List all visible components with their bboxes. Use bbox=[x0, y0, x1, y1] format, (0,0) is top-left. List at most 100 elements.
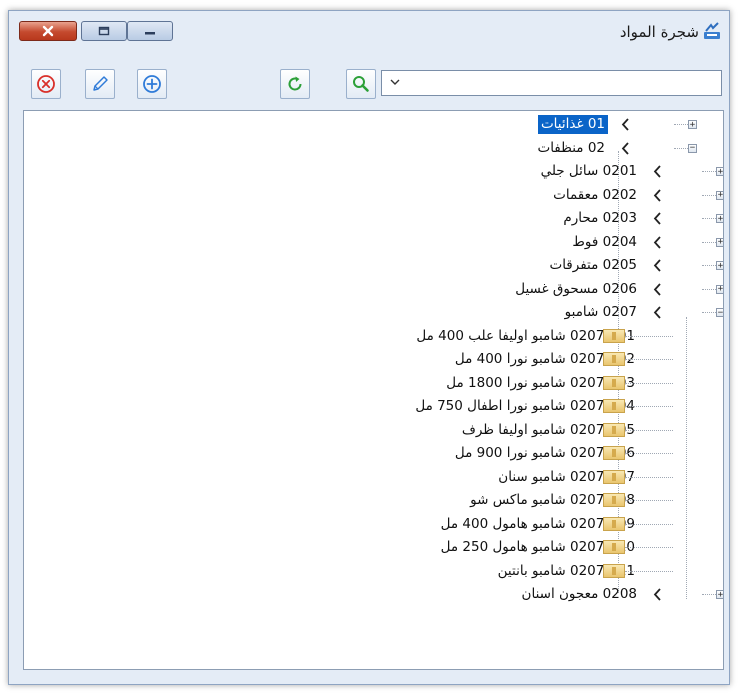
tree-leaf-row[interactable]: 0207-002 شامبو نورا 400 مل bbox=[24, 348, 723, 372]
search-icon bbox=[353, 76, 369, 92]
tree-node-row[interactable]: 02 منظفات − bbox=[24, 137, 723, 161]
tree-guide-line bbox=[625, 359, 673, 360]
chevron-left-icon[interactable] bbox=[652, 256, 664, 275]
chevron-left-icon[interactable] bbox=[620, 115, 632, 134]
chevron-left-icon[interactable] bbox=[620, 139, 632, 158]
tree-node-label[interactable]: 0208 معجون اسنان bbox=[519, 585, 640, 604]
close-button[interactable] bbox=[19, 21, 77, 41]
tree-leaf-row[interactable]: 0207-007 شامبو سنان bbox=[24, 466, 723, 490]
search-button[interactable] bbox=[346, 69, 376, 99]
expand-toggle-icon[interactable]: + bbox=[716, 167, 723, 176]
refresh-icon bbox=[288, 76, 302, 91]
material-tree-window: شجرة المواد 01 غذائيات + 02 منظفات − 020… bbox=[8, 10, 730, 685]
chevron-left-icon[interactable] bbox=[652, 209, 664, 228]
tree-leaf-row[interactable]: 0207-001 شامبو اوليفا علب 400 مل bbox=[24, 325, 723, 349]
item-folder-icon bbox=[603, 540, 625, 554]
tree-guide-line bbox=[625, 382, 673, 384]
tree-guide-line bbox=[702, 241, 716, 243]
minimize-button[interactable] bbox=[127, 21, 173, 41]
collapse-toggle-icon[interactable]: − bbox=[688, 143, 697, 153]
tree-node-label[interactable]: 02 منظفات bbox=[534, 139, 608, 158]
chevron-left-icon[interactable] bbox=[652, 585, 664, 604]
material-tree[interactable]: 01 غذائيات +02 منظفات − 0201 سائل جلي +0202 … bbox=[23, 110, 724, 670]
tree-node-row[interactable]: 0201 سائل جلي + bbox=[24, 160, 723, 184]
window-title: شجرة المواد bbox=[619, 23, 699, 41]
close-icon bbox=[42, 25, 54, 37]
delete-circle-icon bbox=[37, 75, 55, 93]
item-folder-icon bbox=[603, 328, 625, 343]
tree-node-row[interactable]: 0203 محارم + bbox=[24, 207, 723, 231]
tree-node-row[interactable]: 0205 متفرقات + bbox=[24, 254, 723, 278]
item-folder-icon bbox=[603, 375, 625, 390]
chevron-left-icon[interactable] bbox=[652, 303, 664, 322]
tree-node-label[interactable]: 0201 سائل جلي bbox=[538, 162, 640, 181]
tree-guide-line bbox=[702, 594, 716, 595]
expand-toggle-icon[interactable]: + bbox=[716, 284, 723, 294]
item-folder-icon bbox=[603, 422, 625, 437]
collapse-toggle-icon[interactable]: − bbox=[716, 308, 723, 317]
restore-icon bbox=[98, 26, 110, 36]
tree-node-row[interactable]: 01 غذائيات + bbox=[24, 113, 723, 137]
expand-toggle-icon[interactable]: + bbox=[688, 120, 697, 129]
tree-node-label[interactable]: 0207 شامبو bbox=[562, 303, 640, 322]
tree-node-label[interactable]: 0204 فوط bbox=[569, 233, 640, 252]
tree-guide-line bbox=[625, 406, 673, 407]
add-button[interactable] bbox=[137, 69, 167, 99]
tree-node-label[interactable]: 0203 محارم bbox=[560, 209, 640, 228]
tree-guide-line bbox=[702, 171, 716, 172]
tree-guide-line bbox=[625, 335, 673, 337]
restore-button[interactable] bbox=[81, 21, 127, 41]
tree-node-row[interactable]: 0202 معقمات + bbox=[24, 184, 723, 208]
tree-guide-line bbox=[625, 429, 673, 431]
tree-guide-line bbox=[702, 194, 716, 196]
tree-leaf-row[interactable]: 0207-008 شامبو ماكس شو bbox=[24, 489, 723, 513]
tree-guide-line bbox=[625, 523, 673, 525]
item-folder-icon bbox=[603, 563, 625, 578]
app-logo-icon bbox=[704, 22, 720, 39]
chevron-down-icon[interactable] bbox=[388, 75, 402, 89]
chevron-left-icon[interactable] bbox=[652, 280, 664, 299]
tree-leaf-row[interactable]: 0207-005 شامبو اوليفا ظرف bbox=[24, 419, 723, 443]
expand-toggle-icon[interactable]: + bbox=[716, 214, 723, 223]
item-folder-icon bbox=[603, 446, 625, 460]
tree-guide-line bbox=[702, 265, 716, 266]
tree-guide-line bbox=[625, 476, 673, 478]
edit-button[interactable] bbox=[85, 69, 115, 99]
tree-node-label[interactable]: 0205 متفرقات bbox=[546, 256, 640, 275]
expand-toggle-icon[interactable]: + bbox=[716, 190, 723, 200]
pencil-icon bbox=[93, 76, 108, 91]
tree-leaf-row[interactable]: 0207-006 شامبو نورا 900 مل bbox=[24, 442, 723, 466]
tree-node-label[interactable]: 0202 معقمات bbox=[550, 186, 640, 205]
tree-guide-line bbox=[625, 570, 673, 572]
chevron-left-icon[interactable] bbox=[652, 233, 664, 252]
tree-leaf-row[interactable]: 0207-009 شامبو هامول 400 مل bbox=[24, 513, 723, 537]
refresh-button[interactable] bbox=[280, 69, 310, 99]
add-circle-icon bbox=[143, 75, 161, 93]
tree-guide-line bbox=[625, 453, 673, 454]
tree-leaf-row[interactable]: 0207-004 شامبو نورا اطفال 750 مل bbox=[24, 395, 723, 419]
tree-guide-line bbox=[625, 547, 673, 548]
delete-button[interactable] bbox=[31, 69, 61, 99]
tree-guide-line bbox=[674, 124, 688, 125]
tree-leaf-row[interactable]: 0207-003 شامبو نورا 1800 مل bbox=[24, 372, 723, 396]
expand-toggle-icon[interactable]: + bbox=[716, 237, 723, 247]
expand-toggle-icon[interactable]: + bbox=[716, 590, 723, 599]
item-folder-icon bbox=[603, 399, 625, 413]
chevron-left-icon[interactable] bbox=[652, 162, 664, 181]
tree-node-row[interactable]: 0208 معجون اسنان + bbox=[24, 583, 723, 607]
tree-leaf-row[interactable]: 0207-010 شامبو هامول 250 مل bbox=[24, 536, 723, 560]
search-combo[interactable] bbox=[381, 70, 722, 96]
tree-node-row[interactable]: 0204 فوط + bbox=[24, 231, 723, 255]
minimize-icon bbox=[145, 32, 155, 35]
tree-node-row[interactable]: 0206 مسحوق غسيل + bbox=[24, 278, 723, 302]
chevron-left-icon[interactable] bbox=[652, 186, 664, 205]
expand-toggle-icon[interactable]: + bbox=[716, 261, 723, 270]
tree-guide-line bbox=[625, 500, 673, 501]
item-folder-icon bbox=[603, 516, 625, 531]
tree-node-label[interactable]: 0206 مسحوق غسيل bbox=[512, 280, 640, 299]
item-folder-icon bbox=[603, 469, 625, 484]
tree-node-row[interactable]: 0207 شامبو − bbox=[24, 301, 723, 325]
tree-leaf-row[interactable]: 0207-011 شامبو بانتين bbox=[24, 560, 723, 584]
item-folder-icon bbox=[603, 352, 625, 366]
tree-node-label[interactable]: 01 غذائيات bbox=[537, 115, 608, 134]
